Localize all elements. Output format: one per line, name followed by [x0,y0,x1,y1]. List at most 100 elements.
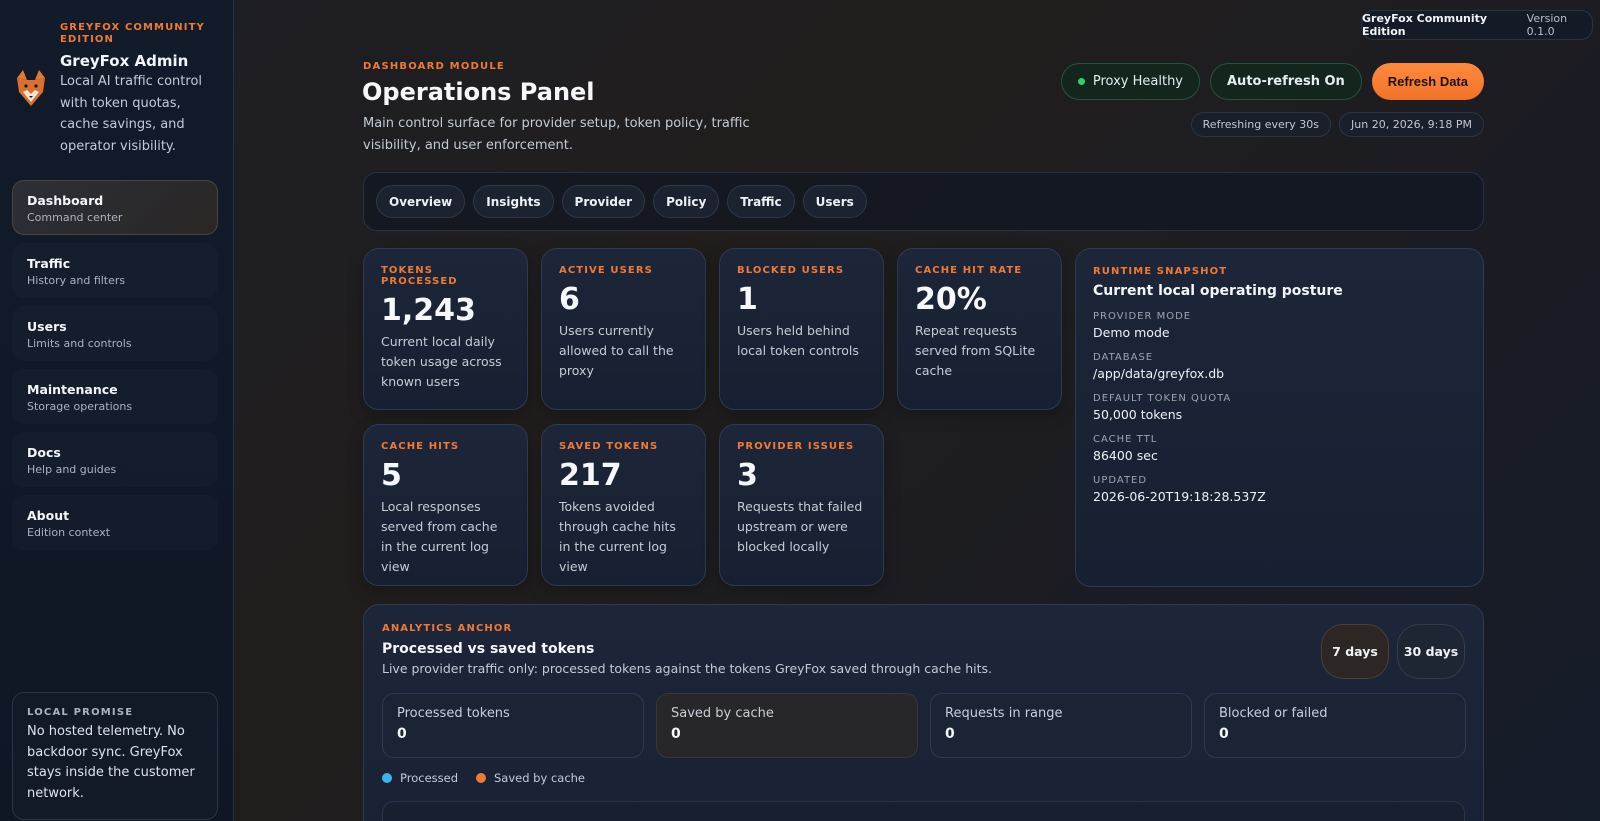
legend-label: Saved by cache [494,771,586,785]
module-label: DASHBOARD MODULE [363,61,505,72]
stat-description: Local responses served from cache in the… [381,499,498,574]
range-selector: 7 days 30 days [1321,624,1465,679]
refresh-data-button[interactable]: Refresh Data [1371,63,1484,100]
page-title: Operations Panel [362,78,595,106]
stat-label: TOKENS PROCESSED [381,265,458,287]
metric-blocked-or-failed: Blocked or failed 0 [1204,693,1466,758]
local-promise-card: LOCAL PROMISE No hosted telemetry. No ba… [12,692,218,820]
stat-card-saved-tokens: SAVED TOKENS 217 Tokens avoided through … [541,424,706,586]
stat-label: BLOCKED USERS [737,265,845,276]
tab-policy[interactable]: Policy [653,185,720,218]
version-chip: GreyFox Community Edition Version 0.1.0 [1361,10,1593,40]
snapshot-key: CACHE TTL [1093,434,1158,445]
page-description: Main control surface for provider setup,… [363,116,750,153]
metric-requests-in-range: Requests in range 0 [930,693,1192,758]
tab-traffic[interactable]: Traffic [727,185,795,218]
stat-value: 5 [381,458,402,493]
stat-value: 1 [737,282,758,317]
analytics-label: ANALYTICS ANCHOR [382,623,513,634]
stat-description: Tokens avoided through cache hits in the… [559,499,676,574]
auto-refresh-toggle[interactable]: Auto-refresh On [1210,63,1362,100]
stat-value: 217 [559,458,622,493]
refresh-meta: Refreshing every 30s Jun 20, 2026, 9:18 … [1190,112,1484,137]
metric-saved-by-cache: Saved by cache 0 [656,693,918,758]
runtime-snapshot-card: RUNTIME SNAPSHOT Current local operating… [1075,248,1484,587]
version-number: Version 0.1.0 [1526,12,1568,38]
sidebar-item-label: About [27,508,70,523]
snapshot-value: Demo mode [1093,325,1170,340]
tab-provider[interactable]: Provider [561,185,646,218]
stat-card-active-users: ACTIVE USERS 6 Users currently allowed t… [541,248,706,410]
range-7-days-button[interactable]: 7 days [1321,624,1389,679]
tab-overview[interactable]: Overview [376,185,466,218]
sidebar-item-maintenance[interactable]: Maintenance Storage operations [12,369,218,424]
brand-edition: GREYFOX COMMUNITY EDITION [60,22,205,45]
section-tabs: Overview Insights Provider Policy Traffi… [363,172,1484,231]
snapshot-value: 50,000 tokens [1093,407,1183,422]
stat-label: ACTIVE USERS [559,265,653,276]
tab-users[interactable]: Users [802,185,867,218]
stat-value: 6 [559,282,580,317]
snapshot-value: 2026-06-20T19:18:28.537Z [1093,489,1266,504]
chart-legend: Processed Saved by cache [382,771,585,785]
legend-dot-icon [476,773,486,783]
snapshot-key: DATABASE [1093,352,1154,363]
sidebar-item-sublabel: Edition context [27,526,111,539]
range-30-days-button[interactable]: 30 days [1397,624,1465,679]
header-actions: Proxy Healthy Auto-refresh On Refresh Da… [1060,63,1484,100]
metric-value: 0 [945,726,955,742]
sidebar-item-sublabel: Help and guides [27,463,117,476]
promise-text: No hosted telemetry. No backdoor sync. G… [27,724,195,801]
stat-card-cache-hit-rate: CACHE HIT RATE 20% Repeat requests serve… [897,248,1062,410]
sidebar-item-traffic[interactable]: Traffic History and filters [12,243,218,298]
refresh-interval-chip: Refreshing every 30s [1190,112,1332,137]
sidebar-item-docs[interactable]: Docs Help and guides [12,432,218,487]
metric-value: 0 [1219,726,1229,742]
stat-description: Users held behind local token controls [737,323,859,358]
stat-description: Current local daily token usage across k… [381,334,502,389]
snapshot-key: UPDATED [1093,475,1148,486]
sidebar-item-label: Dashboard [27,193,104,208]
sidebar-item-sublabel: Command center [27,211,123,224]
snapshot-title: Current local operating posture [1093,283,1343,299]
sidebar: GREYFOX COMMUNITY EDITION GreyFox Admin … [0,0,234,821]
metric-label: Requests in range [945,706,1063,721]
sidebar-item-dashboard[interactable]: Dashboard Command center [12,180,218,235]
stat-label: PROVIDER ISSUES [737,441,855,452]
stat-label: CACHE HITS [381,441,460,452]
stat-label: SAVED TOKENS [559,441,659,452]
snapshot-value: /app/data/greyfox.db [1093,366,1225,381]
sidebar-item-about[interactable]: About Edition context [12,495,218,550]
legend-item-processed: Processed [382,771,458,785]
stat-value: 3 [737,458,758,493]
proxy-status-label: Proxy Healthy [1092,74,1183,89]
proxy-status-badge: Proxy Healthy [1060,63,1200,100]
stat-card-provider-issues: PROVIDER ISSUES 3 Requests that failed u… [719,424,884,586]
legend-dot-icon [382,773,392,783]
sidebar-nav: Dashboard Command center Traffic History… [12,180,218,558]
metric-processed-tokens: Processed tokens 0 [382,693,644,758]
timestamp-chip: Jun 20, 2026, 9:18 PM [1339,112,1484,137]
analytics-panel: ANALYTICS ANCHOR Processed vs saved toke… [363,604,1484,821]
sidebar-item-label: Users [27,319,67,334]
fox-logo-icon [17,70,45,106]
analytics-metrics: Processed tokens 0 Saved by cache 0 Requ… [382,693,1466,758]
snapshot-value: 86400 sec [1093,448,1158,463]
chart-area [382,801,1465,821]
metric-value: 0 [671,726,681,742]
promise-title: LOCAL PROMISE [27,707,134,718]
snapshot-key: PROVIDER MODE [1093,311,1192,322]
stat-card-tokens-processed: TOKENS PROCESSED 1,243 Current local dai… [363,248,528,410]
legend-item-saved: Saved by cache [476,771,585,785]
analytics-title: Processed vs saved tokens [382,641,595,657]
metric-label: Processed tokens [397,706,510,721]
sidebar-item-label: Docs [27,445,61,460]
status-dot-icon [1077,78,1085,85]
sidebar-item-sublabel: Limits and controls [27,337,132,350]
metric-label: Saved by cache [671,706,774,721]
sidebar-item-users[interactable]: Users Limits and controls [12,306,218,361]
version-edition: GreyFox Community Edition [1362,12,1488,38]
tab-insights[interactable]: Insights [473,185,554,218]
stat-card-cache-hits: CACHE HITS 5 Local responses served from… [363,424,528,586]
brand-description: Local AI traffic control with token quot… [60,74,203,154]
